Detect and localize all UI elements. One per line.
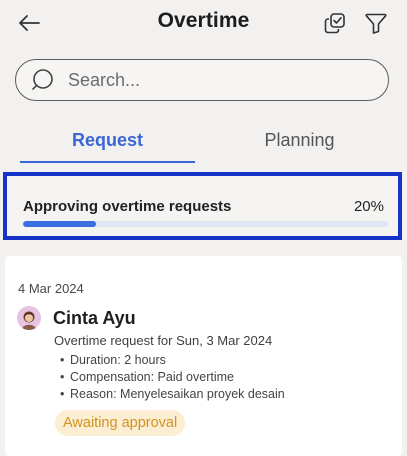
tab-bar: Request Planning (0, 118, 407, 164)
request-subtitle: Overtime request for Sun, 3 Mar 2024 (54, 333, 273, 348)
status-badge: Awaiting approval (55, 410, 186, 436)
copy-button[interactable] (320, 8, 350, 38)
copy-icon (324, 13, 345, 34)
filter-icon (365, 13, 387, 34)
progress-label: Approving overtime requests (23, 198, 232, 215)
overtime-request-card[interactable]: 4 Mar 2024 Cinta Ayu Overtime request fo… (5, 256, 402, 456)
progress-percent: 20% (353, 198, 384, 215)
app-header: Overtime (0, 0, 407, 46)
avatar (17, 306, 41, 330)
progress-track (23, 221, 389, 227)
request-details: Duration: 2 hours Compensation: Paid ove… (60, 352, 285, 403)
request-date: 4 Mar 2024 (18, 281, 84, 296)
search-icon (30, 67, 56, 93)
employee-name: Cinta Ayu (53, 308, 136, 328)
search-input[interactable] (66, 68, 370, 92)
search-box[interactable] (15, 59, 389, 101)
progress-fill (23, 221, 97, 227)
detail-compensation: Compensation: Paid overtime (60, 369, 285, 386)
detail-reason: Reason: Menyelesaikan proyek desain (60, 386, 285, 403)
tab-request[interactable]: Request (20, 130, 195, 151)
user-avatar-icon (17, 306, 41, 330)
active-tab-indicator (20, 161, 195, 163)
approval-progress-panel: Approving overtime requests 20% (3, 172, 402, 240)
filter-button[interactable] (361, 8, 391, 38)
tab-planning[interactable]: Planning (212, 130, 387, 151)
detail-duration: Duration: 2 hours (60, 352, 285, 369)
